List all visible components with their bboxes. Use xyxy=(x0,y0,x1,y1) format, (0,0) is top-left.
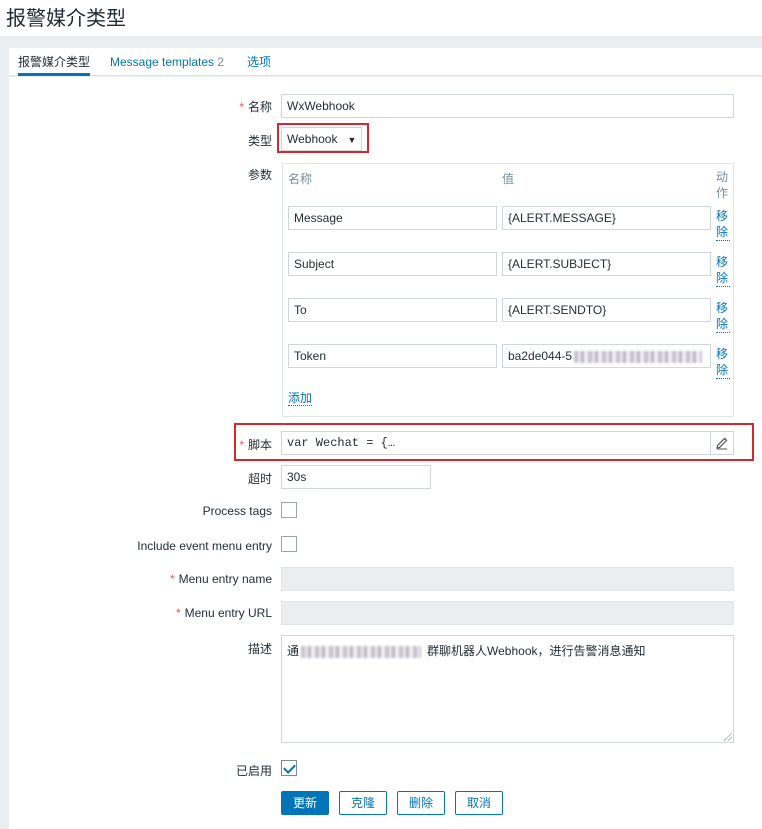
menu-entry-url-label: * Menu entry URL xyxy=(176,606,272,620)
token-value-text: ba2de044-5 xyxy=(508,349,573,363)
tab-options[interactable]: 选项 xyxy=(247,48,271,76)
chevron-down-icon: ▼ xyxy=(347,135,357,145)
tab-message-templates-count: 2 xyxy=(217,55,225,69)
type-select[interactable]: Webhook ▼ xyxy=(281,127,363,151)
type-label: 类型 xyxy=(247,134,272,148)
timeout-input[interactable]: 30s xyxy=(281,465,431,489)
process-tags-checkbox[interactable] xyxy=(281,502,297,518)
description-textarea[interactable]: 通 群聊机器人Webhook，进行告警消息通知 xyxy=(281,635,734,743)
timeout-label: 超时 xyxy=(247,472,272,486)
tab-message-templates-label: Message templates xyxy=(110,55,215,69)
tab-options-label: 选项 xyxy=(247,55,272,69)
menu-entry-url-required-mark: * xyxy=(175,606,181,620)
params-label: 参数 xyxy=(247,168,272,182)
params-header-value: 值 xyxy=(502,172,515,186)
param-name-input[interactable]: To xyxy=(288,298,497,322)
menu-entry-name-label: * Menu entry name xyxy=(170,572,272,586)
page-title: 报警媒介类型 xyxy=(6,8,126,30)
description-text-start: 通 xyxy=(287,644,300,658)
menu-entry-name-required-mark: * xyxy=(169,572,175,586)
name-label-text: 名称 xyxy=(247,100,272,114)
params-header-action: 动作 xyxy=(716,170,729,200)
menu-entry-name-input xyxy=(281,567,734,591)
tab-media-type-label: 报警媒介类型 xyxy=(18,55,91,69)
param-remove-link[interactable]: 移除 xyxy=(716,346,730,379)
tab-bar: 报警媒介类型 Message templates 2 选项 xyxy=(9,48,762,76)
name-input[interactable]: WxWebhook xyxy=(281,94,734,118)
menu-entry-url-input xyxy=(281,601,734,625)
script-label-text: 脚本 xyxy=(247,438,272,452)
name-required-mark: * xyxy=(239,100,244,114)
type-select-value: Webhook xyxy=(287,132,338,146)
pencil-icon xyxy=(716,437,728,450)
param-name-input[interactable]: Token xyxy=(288,344,497,368)
param-remove-link[interactable]: 移除 xyxy=(716,254,730,287)
cancel-button[interactable]: 取消 xyxy=(455,791,503,815)
update-button[interactable]: 更新 xyxy=(281,791,329,815)
params-table: 名称 值 动作 Message {ALERT.MESSAGE} 移除 Subje… xyxy=(282,163,734,417)
param-value-input[interactable]: {ALERT.MESSAGE} xyxy=(502,206,711,230)
include-event-menu-label: Include event menu entry xyxy=(137,539,272,553)
param-name-input[interactable]: Message xyxy=(288,206,497,230)
clone-button[interactable]: 克隆 xyxy=(339,791,387,815)
include-event-menu-checkbox[interactable] xyxy=(281,536,297,552)
form-panel: * 名称 WxWebhook 类型 Webhook ▼ 参数 名称 值 动作 Mes… xyxy=(9,77,762,829)
process-tags-label: Process tags xyxy=(202,504,272,518)
menu-entry-name-label-text: Menu entry name xyxy=(178,572,272,586)
redacted-text xyxy=(574,350,703,363)
description-text-end: 群聊机器人Webhook，进行告警消息通知 xyxy=(427,644,646,658)
enabled-label: 已启用 xyxy=(235,764,272,778)
script-label: * 脚本 xyxy=(239,436,272,453)
enabled-checkbox[interactable] xyxy=(281,760,297,776)
script-input[interactable]: var Wechat = {… xyxy=(281,431,734,455)
edit-script-button[interactable] xyxy=(710,432,733,454)
tab-media-type[interactable]: 报警媒介类型 xyxy=(18,48,91,76)
redacted-text xyxy=(301,645,422,658)
param-value-input[interactable]: {ALERT.SENDTO} xyxy=(502,298,711,322)
param-value-input[interactable]: {ALERT.SUBJECT} xyxy=(502,252,711,276)
script-required-mark: * xyxy=(239,438,244,452)
delete-button[interactable]: 删除 xyxy=(397,791,445,815)
add-param-link[interactable]: 添加 xyxy=(288,391,313,406)
resize-handle[interactable] xyxy=(724,733,732,741)
menu-entry-url-label-text: Menu entry URL xyxy=(184,606,272,620)
param-remove-link[interactable]: 移除 xyxy=(716,300,730,333)
param-name-input[interactable]: Subject xyxy=(288,252,497,276)
param-remove-link[interactable]: 移除 xyxy=(716,208,730,241)
name-label: * 名称 xyxy=(239,98,272,115)
params-header-name: 名称 xyxy=(288,172,313,186)
tab-message-templates[interactable]: Message templates 2 xyxy=(110,48,224,76)
description-label: 描述 xyxy=(247,642,272,656)
param-value-input[interactable]: ba2de044-5 xyxy=(502,344,711,368)
script-value-text: var Wechat = {… xyxy=(287,436,396,450)
